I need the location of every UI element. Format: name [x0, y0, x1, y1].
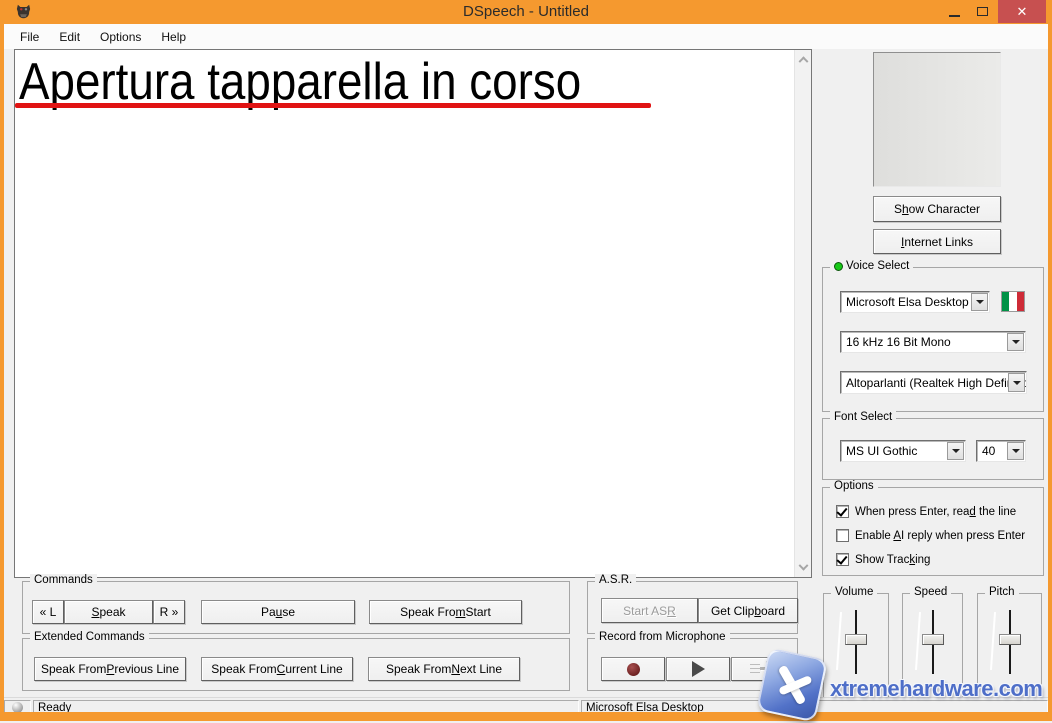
slider-tick-line [836, 612, 842, 670]
menu-edit[interactable]: Edit [49, 26, 90, 48]
asr-label: A.S.R. [599, 574, 632, 586]
maximize-button[interactable] [968, 0, 996, 23]
text-editor[interactable]: Apertura tapparella in corso [14, 49, 812, 578]
menu-help[interactable]: Help [151, 26, 196, 48]
dropdown-arrow-icon[interactable] [1007, 442, 1024, 460]
dropdown-arrow-icon[interactable] [947, 442, 964, 460]
record-icon [627, 663, 640, 676]
italian-flag-icon [1001, 291, 1025, 312]
speed-label: Speed [914, 586, 947, 598]
menu-options[interactable]: Options [90, 26, 151, 48]
pitch-slider-thumb[interactable] [999, 634, 1021, 645]
show-character-button[interactable]: Show Character [873, 196, 1001, 222]
checkbox[interactable] [836, 505, 849, 518]
options-label: Options [834, 480, 874, 492]
scrollbar-down-icon [798, 561, 808, 571]
dropdown-arrow-icon[interactable] [1007, 333, 1024, 351]
checkbox[interactable] [836, 529, 849, 542]
checkbox[interactable] [836, 553, 849, 566]
voice-dropdown[interactable]: Microsoft Elsa Desktop [840, 291, 990, 313]
speak-current-line-button[interactable]: Speak From Current Line [201, 657, 353, 681]
editor-scrollbar[interactable] [794, 50, 811, 577]
option-read-line-on-enter[interactable]: When press Enter, read the line [836, 505, 1016, 518]
get-clipboard-button[interactable]: Get Clipboard [698, 598, 798, 623]
dropdown-arrow-icon[interactable] [971, 293, 988, 311]
character-display-box [873, 52, 1001, 187]
scrollbar-up-button[interactable] [795, 50, 811, 67]
audio-format-dropdown[interactable]: 16 kHz 16 Bit Mono [840, 331, 1026, 353]
close-button[interactable]: ✕ [998, 0, 1046, 23]
voice-select-label: Voice Select [830, 260, 913, 272]
speak-button[interactable]: Speak [64, 600, 153, 624]
font-dropdown[interactable]: MS UI Gothic [840, 440, 966, 462]
step-right-button[interactable]: R » [153, 600, 185, 624]
font-size-dropdown[interactable]: 40 [976, 440, 1026, 462]
window-border-right [1048, 24, 1052, 721]
menu-bar: File Edit Options Help [4, 24, 1048, 49]
speak-previous-line-button[interactable]: Speak From Previous Line [34, 657, 186, 681]
start-asr-button: Start ASR [601, 598, 698, 623]
speed-slider-thumb[interactable] [922, 634, 944, 645]
record-microphone-label: Record from Microphone [599, 631, 726, 643]
volume-slider-thumb[interactable] [845, 634, 867, 645]
speak-from-start-button[interactable]: Speak From Start [369, 600, 522, 624]
window-title: DSpeech - Untitled [0, 3, 1052, 20]
pause-button[interactable]: Pause [201, 600, 355, 624]
commands-label: Commands [34, 574, 93, 586]
extended-commands-label: Extended Commands [34, 631, 145, 643]
window-border-bottom [0, 712, 1052, 721]
play-recording-button[interactable] [666, 657, 730, 681]
record-button[interactable] [601, 657, 665, 681]
option-show-tracking[interactable]: Show Tracking [836, 553, 930, 566]
tracking-underline [15, 103, 651, 108]
internet-links-button[interactable]: Internet Links [873, 229, 1001, 254]
minimize-button[interactable] [940, 0, 968, 23]
play-icon [692, 661, 705, 677]
option-ai-reply-on-enter[interactable]: Enable AI reply when press Enter [836, 529, 1025, 542]
scrollbar-up-icon [798, 56, 808, 66]
step-left-button[interactable]: « L [32, 600, 64, 624]
maximize-icon [977, 7, 988, 16]
slider-tick-line [915, 612, 921, 670]
minimize-icon [949, 15, 960, 17]
voice-select-indicator-icon [834, 262, 843, 271]
scrollbar-down-button[interactable] [795, 560, 811, 577]
watermark-text: xtremehardware.com [830, 676, 1042, 702]
speak-next-line-button[interactable]: Speak From Next Line [368, 657, 520, 681]
output-device-dropdown[interactable]: Altoparlanti (Realtek High Definitior [840, 371, 1027, 394]
menu-file[interactable]: File [10, 26, 49, 48]
pitch-label: Pitch [989, 586, 1015, 598]
slider-tick-line [990, 612, 996, 670]
title-bar[interactable]: DSpeech - Untitled ✕ [0, 0, 1052, 24]
volume-label: Volume [835, 586, 873, 598]
dropdown-arrow-icon[interactable] [1008, 373, 1025, 392]
window-border-left [0, 24, 4, 721]
font-select-label: Font Select [834, 411, 892, 423]
